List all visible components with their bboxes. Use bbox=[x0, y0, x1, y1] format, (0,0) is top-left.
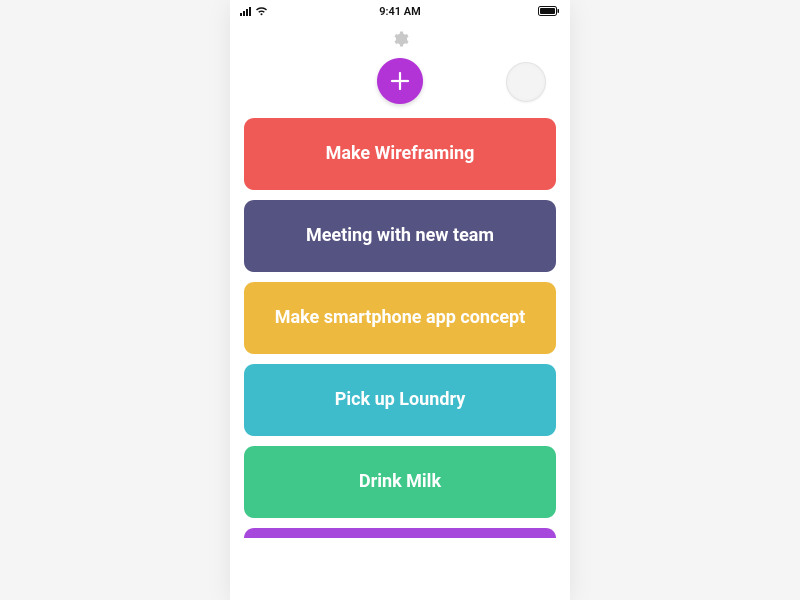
task-card[interactable]: Pick up Loundry bbox=[244, 364, 556, 436]
battery-icon bbox=[538, 6, 560, 16]
task-card[interactable]: Make Wireframing bbox=[244, 118, 556, 190]
status-right bbox=[538, 6, 560, 16]
add-task-button[interactable] bbox=[377, 58, 423, 104]
gear-icon bbox=[391, 33, 409, 52]
settings-button[interactable] bbox=[391, 30, 409, 52]
header bbox=[230, 22, 570, 118]
status-bar: 9:41 AM bbox=[230, 0, 570, 22]
task-list: Make Wireframing Meeting with new team M… bbox=[230, 118, 570, 600]
secondary-circle-button[interactable] bbox=[506, 62, 546, 102]
task-card[interactable]: Drink Milk bbox=[244, 446, 556, 518]
cellular-signal-icon bbox=[240, 7, 251, 16]
phone-frame: 9:41 AM Make Wireframing Meeting with ne… bbox=[230, 0, 570, 600]
task-card[interactable] bbox=[244, 528, 556, 538]
wifi-icon bbox=[255, 6, 268, 16]
status-time: 9:41 AM bbox=[379, 5, 421, 18]
task-card[interactable]: Make smartphone app concept bbox=[244, 282, 556, 354]
status-left bbox=[240, 6, 268, 16]
plus-icon bbox=[389, 70, 411, 92]
task-card[interactable]: Meeting with new team bbox=[244, 200, 556, 272]
